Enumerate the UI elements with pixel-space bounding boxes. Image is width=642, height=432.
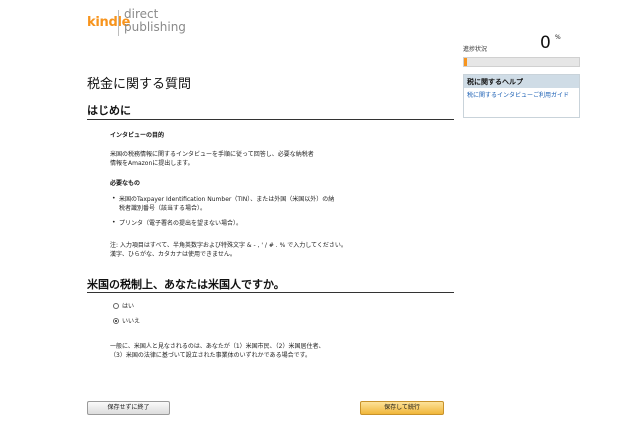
direct-publishing-logo: direct publishing: [124, 8, 186, 34]
explain-line-2: （3）米国の法律に基づいて設立された事業体のいずれかである場合です。: [110, 352, 311, 359]
exit-without-saving-button[interactable]: 保存せずに終了: [87, 401, 170, 415]
us-person-question: 米国の税制上、あなたは米国人ですか。: [87, 278, 285, 291]
need1-line-1: 米国のTaxpayer Identification Number（TIN）、ま…: [119, 196, 335, 203]
radio-yes-label: はい: [122, 303, 135, 310]
progress-value: 0: [540, 33, 551, 53]
question-divider: [87, 292, 454, 293]
explain-line-1: 一般に、米国人と見なされるのは、あなたが（1）米国市民、（2）米国居住者、: [110, 343, 325, 350]
needs-heading: 必要なもの: [110, 180, 141, 187]
need-item-printer: プリンタ（電子署名の提出を望まない場合）。: [119, 220, 243, 227]
note-line-1: 注: 入力項目はすべて、半角英数字および特殊文字 & - , ' / # . %…: [110, 242, 347, 249]
radio-no-label: いいえ: [122, 318, 141, 325]
bullet-icon: •: [112, 219, 116, 226]
note-line-2: 漢字、ひらがな、カタカナは使用できません。: [110, 251, 236, 258]
us-person-explanation: 一般に、米国人と見なされるのは、あなたが（1）米国市民、（2）米国居住者、 （3…: [110, 342, 324, 360]
progress-unit: %: [555, 34, 561, 41]
purpose-heading: インタビューの目的: [110, 132, 165, 139]
page-title: 税金に関する質問: [87, 77, 192, 92]
radio-option-yes[interactable]: はい: [113, 302, 173, 312]
logo-divider: [118, 10, 119, 36]
bullet-icon: •: [112, 195, 116, 202]
progress-label: 進捗状況: [463, 46, 488, 53]
input-note: 注: 入力項目はすべて、半角英数字および特殊文字 & - , ' / # . %…: [110, 241, 347, 259]
radio-no-circle[interactable]: [113, 318, 119, 324]
help-heading: 税に関するヘルプ: [467, 78, 523, 86]
save-and-continue-button[interactable]: 保存して続行: [360, 401, 444, 415]
intro-heading: はじめに: [87, 104, 131, 117]
progress-bar: [463, 57, 580, 67]
intro-divider: [87, 119, 454, 120]
radio-yes-circle[interactable]: [113, 303, 119, 309]
purpose-line-2: 情報をAmazonに提出します。: [110, 160, 194, 167]
need1-line-2: 税者識別番号（該当する場合）。: [119, 205, 207, 212]
logo-publishing-text: publishing: [124, 20, 186, 34]
radio-option-no[interactable]: いいえ: [113, 317, 173, 327]
progress-bar-fill: [464, 58, 467, 66]
need-item-tin: 米国のTaxpayer Identification Number（TIN）、ま…: [119, 195, 334, 213]
help-guide-link[interactable]: 税に関するインタビューご利用ガイド: [467, 92, 577, 100]
purpose-text: 米国の税務情報に関するインタビューを手順に従って回答し、必要な納税者 情報をAm…: [110, 150, 314, 168]
purpose-line-1: 米国の税務情報に関するインタビューを手順に従って回答し、必要な納税者: [110, 151, 314, 158]
